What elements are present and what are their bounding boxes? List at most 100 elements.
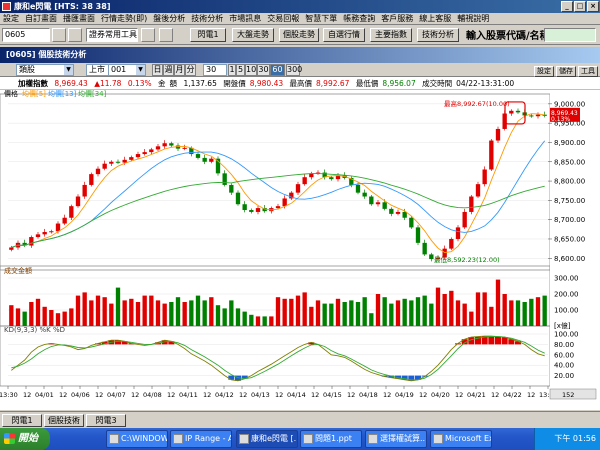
period-button-3[interactable]: 分	[185, 64, 196, 76]
menu-item-10[interactable]: 客戶服務	[378, 13, 416, 25]
candle-body	[122, 159, 127, 163]
candle-body	[229, 184, 234, 193]
technical-chart[interactable]: 9,000.008,950.008,900.008,850.008,800.00…	[0, 89, 600, 410]
taskbar-task-4[interactable]: 選擇權試算...	[365, 430, 427, 448]
volume-bar	[502, 294, 507, 326]
volume-bar	[189, 300, 194, 326]
code-select[interactable]: 001 ▼	[108, 64, 146, 76]
volume-bar	[22, 311, 27, 326]
volume-bar	[169, 302, 174, 326]
x-tick-label: 12	[239, 391, 247, 399]
menu-item-3[interactable]: 行情走勢(即)	[98, 13, 150, 25]
volume-bar	[235, 308, 241, 326]
maximize-button[interactable]: □	[574, 1, 586, 12]
taskbar-task-0[interactable]: C:\WINDOWS...	[106, 430, 168, 448]
menu-item-4[interactable]: 盤後分析	[150, 13, 188, 25]
menu-item-6[interactable]: 市場訊息	[226, 13, 264, 25]
volume-bar	[115, 287, 121, 326]
taskbar-task-5[interactable]: Microsoft Excel ...	[430, 430, 492, 448]
period-button-2[interactable]: 月	[174, 64, 185, 76]
candle-body	[155, 146, 161, 150]
volume-bar	[389, 303, 394, 326]
minute-button-30[interactable]: 30	[257, 64, 270, 76]
stock-search-input[interactable]	[544, 28, 596, 42]
stock-code-field[interactable]: 0605	[2, 28, 50, 42]
menu-item-5[interactable]: 技術分析	[188, 13, 226, 25]
volume-bar	[109, 303, 114, 326]
taskbar-task-2[interactable]: 康和e閃電 [...	[236, 430, 298, 448]
volume-bar	[482, 292, 487, 326]
panel-border-0	[0, 93, 551, 271]
x-tick-label: 12	[311, 391, 319, 399]
side-button-2[interactable]: 工具	[578, 66, 598, 77]
bottom-tab-2[interactable]: 閃電3	[86, 414, 126, 427]
candle-body	[429, 254, 434, 260]
menu-item-1[interactable]: 自訂畫面	[22, 13, 60, 25]
taskbar-task-1[interactable]: IP Range - An...	[170, 430, 232, 448]
x-tick-label: 12	[275, 391, 283, 399]
side-button-0[interactable]: 設定	[534, 66, 554, 77]
count-select[interactable]: 30	[203, 64, 227, 76]
candle-body	[195, 154, 201, 158]
price-tick-label: 8,850.00	[554, 158, 585, 166]
refresh-icon[interactable]	[68, 28, 82, 42]
menu-item-2[interactable]: 播匯畫面	[60, 13, 98, 25]
window-titlebar: 康和e閃電 [HTS: 38 38] _ □ ×	[0, 0, 600, 13]
tools-select[interactable]: 證券常用工具	[86, 28, 138, 42]
kd-tick-label: 20.00	[554, 372, 574, 380]
minute-button-60[interactable]: 60	[270, 64, 285, 76]
folder-icon[interactable]	[52, 28, 66, 42]
menu-item-8[interactable]: 智慧下單	[302, 13, 340, 25]
price-tick-label: 8,750.00	[554, 197, 585, 205]
menu-item-0[interactable]: 設定	[0, 13, 22, 25]
bottom-tab-0[interactable]: 閃電1	[2, 414, 42, 427]
candle-body	[462, 211, 467, 228]
period-button-0[interactable]: 日	[152, 64, 163, 76]
menu-item-11[interactable]: 線上客服	[416, 13, 454, 25]
minute-button-5[interactable]: 5	[236, 64, 245, 76]
minute-button-1[interactable]: 1	[228, 64, 236, 76]
candle-body	[295, 184, 301, 193]
menu-item-9[interactable]: 帳務查詢	[340, 13, 378, 25]
taskbar: 開始 C:\WINDOWS...IP Range - An...康和e閃電 [.…	[0, 428, 600, 450]
price-tick-label: 8,600.00	[554, 255, 585, 263]
toolbar-button-0[interactable]: 閃電1	[190, 28, 226, 42]
minute-button-10[interactable]: 10	[245, 64, 257, 76]
candle-body	[275, 206, 281, 209]
volume-bar	[475, 292, 481, 326]
taskbar-task-3[interactable]: 問題1.ppt	[300, 430, 362, 448]
chart-area[interactable]: 9,000.00 8,950.00 8,900.00 8,850.00 8,800.00…	[0, 89, 600, 410]
side-button-1[interactable]: 儲存	[556, 66, 576, 77]
menu-item-7[interactable]: 交易回報	[264, 13, 302, 25]
volume-bar	[449, 290, 454, 326]
toolbar-button-2[interactable]: 個股走勢	[279, 28, 319, 42]
x-tick-label: 04/18	[359, 391, 378, 399]
toolbar-button-3[interactable]: 自選行情	[323, 28, 365, 42]
start-button[interactable]: 開始	[0, 428, 50, 450]
volume-bar	[509, 300, 514, 326]
minimize-button[interactable]: _	[561, 1, 573, 12]
extra-button[interactable]: 300	[286, 64, 302, 76]
volume-bar	[129, 298, 134, 326]
close-button[interactable]: ×	[587, 1, 599, 12]
low-value: 8,956.07	[382, 79, 416, 88]
menu-item-12[interactable]: 輔視說明	[454, 13, 492, 25]
toolbar-button-5[interactable]: 技術分析	[417, 28, 459, 42]
toolbar-button-1[interactable]: 大盤走勢	[232, 28, 274, 42]
settings-icon[interactable]	[159, 28, 173, 42]
ma13-legend: 均價[13]	[48, 90, 77, 98]
volume-bar	[162, 303, 167, 326]
ma13-line	[11, 140, 546, 248]
x-tick-label: 12	[23, 391, 31, 399]
calculator-icon[interactable]	[141, 28, 155, 42]
x-tick-label: 04/15	[323, 391, 342, 399]
bottom-tab-1[interactable]: 個股技術	[44, 414, 84, 427]
toolbar-button-4[interactable]: 主要指數	[370, 28, 412, 42]
candle-body	[422, 242, 427, 255]
category-select[interactable]: 類股 ▼	[16, 64, 74, 76]
volume-bar	[289, 298, 294, 326]
ma34-legend: 均價[34]	[78, 90, 107, 98]
candle-body	[509, 110, 514, 114]
volume-bar	[382, 297, 387, 326]
period-button-1[interactable]: 週	[163, 64, 174, 76]
